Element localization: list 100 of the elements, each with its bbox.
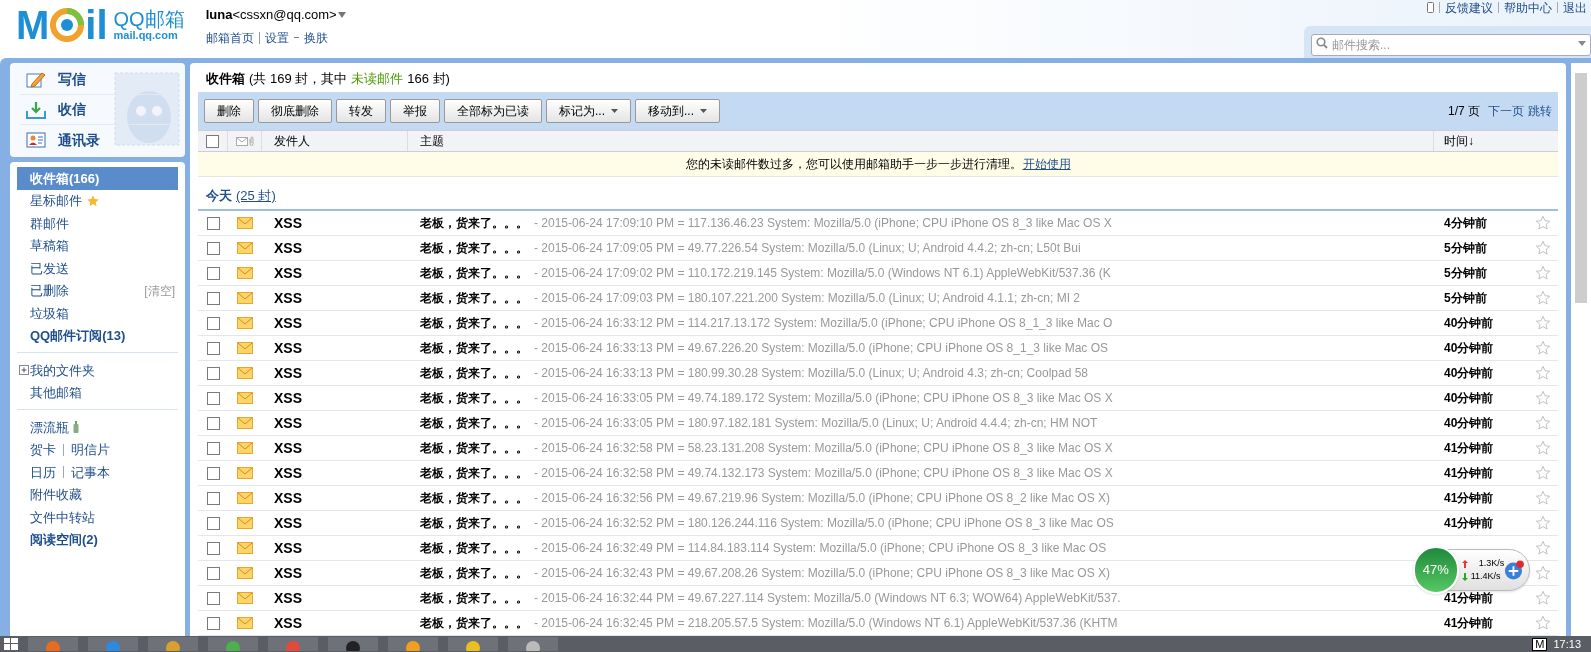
mail-preview: - 2015-06-24 17:09:10 PM = 117.136.46.23 System: Mozilla/5.0 (iPhone; CPU iPhone OS 8_3 like Mac OS X [534,215,1112,232]
sidebar-link[interactable]: 记事本 [71,462,110,482]
sidebar-item[interactable]: 已发送 [17,257,178,280]
toolbar-button[interactable]: 举报 [390,99,440,123]
toolbar-button[interactable]: 彻底删除 [258,99,332,123]
mail-row[interactable]: XSS 老板，货来了。。。 - 2015-06-24 17:09:02 PM = 110.172.219.145 System: Mozilla/5.0 (Windows NT 6.1) AppleWebKit/537.36 (K 5分钟前 [198,261,1558,286]
sender-name: XSS [274,389,302,406]
mail-time: 40分钟前 [1444,341,1494,356]
sidebar-link[interactable]: 明信片 [71,440,110,460]
mail-subject: 老板，货来了。。。 [420,340,528,357]
sidebar-item[interactable]: 漂流瓶 [17,416,178,439]
header-link[interactable]: 换肤 [303,28,328,47]
mail-row[interactable]: XSS 老板，货来了。。。 - 2015-06-24 17:09:03 PM = 180.107.221.200 System: Mozilla/5.0 (Linux; U; Android 4.1.1; zh-cn; MI 2 5分钟前 [198,286,1558,311]
sidebar-item[interactable]: 阅读空间(2) [17,528,178,551]
logo[interactable]: M il [16,5,108,45]
sender-name: XSS [274,414,302,431]
sidebar-action[interactable]: 收信 [58,99,86,120]
mail-subject: 老板，货来了。。。 [420,315,528,332]
notice-text: 您的未读邮件数过多，您可以使用邮箱助手一步一步进行清理。 [685,156,1022,173]
start-link[interactable]: 开始使用 [1022,155,1071,173]
sidebar-item[interactable]: 垃圾箱 [17,302,178,325]
mail-subject: 老板，货来了。。。 [420,465,528,482]
mail-subject: 老板，货来了。。。 [420,615,528,632]
mail-time: 41分钟前 [1444,516,1494,531]
mail-preview: - 2015-06-24 16:32:45 PM = 218.205.57.5 System: Mozilla/5.0 (Windows NT 6.1) AppleWebKit/537.36 (KHTM [534,615,1118,632]
sidebar-action[interactable]: 写信 [58,69,86,90]
sidebar-link[interactable]: 日历 [30,462,56,482]
toolbar-button[interactable]: 删除 [204,99,254,123]
sidebar-item[interactable]: 我的文件夹 [30,360,95,380]
mail-row[interactable]: XSS 老板，货来了。。。 - 2015-06-24 16:32:56 PM = 49.67.219.96 System: Mozilla/5.0 (iPhone; CPU iPhone OS 8_2 like Mac OS X) 41分钟前 [198,486,1558,511]
mail-preview: - 2015-06-24 16:32:44 PM = 49.67.227.114 System: Mozilla/5.0 (Windows NT 6.3; WOW64) AppleWebKit/537. [534,590,1121,607]
sender-name: XSS [274,289,302,306]
mail-time: 41分钟前 [1444,491,1494,506]
mail-subject: 老板，货来了。。。 [420,490,528,507]
column-heading[interactable]: 发件人 [274,132,310,150]
mail-row[interactable]: XSS 老板，货来了。。。 - 2015-06-24 16:33:13 PM = 49.67.226.20 System: Mozilla/5.0 (iPhone; CPU iPhone OS 8_1_3 like Mac OS 40分钟前 [198,336,1558,361]
toolbar-button[interactable]: 移动到... [635,99,721,123]
sidebar-item[interactable]: 文件中转站 [17,506,178,529]
page-indicator: 1/7 页 [1448,103,1480,120]
sender-name: XSS [274,589,302,606]
mail-subject: 老板，货来了。。。 [420,215,528,232]
sender-name: XSS [274,439,302,456]
sidebar-item[interactable]: 已删除 [30,281,69,301]
column-heading[interactable]: 主题 [420,132,444,150]
mail-subject: 老板，货来了。。。 [420,290,528,307]
jump-link[interactable]: 跳转 [1528,102,1552,120]
top-link[interactable]: 帮助中心 [1504,1,1552,14]
search-field[interactable]: 邮件搜索... [1311,34,1591,56]
mail-subject: 老板，货来了。。。 [420,590,528,607]
mail-row[interactable]: XSS 老板，货来了。。。 - 2015-06-24 16:33:13 PM = 180.99.30.28 System: Mozilla/5.0 (Linux; U; Android 4.3; zh-cn; Coolpad 58 40分钟前 [198,361,1558,386]
sidebar-item[interactable]: QQ邮件订阅(13) [17,324,178,347]
header-link[interactable]: 设置 [264,28,289,47]
sender-name: XSS [274,339,302,356]
mail-time: 4分钟前 [1444,216,1487,231]
user-name: luna [205,6,233,24]
top-link[interactable]: 反馈建议 [1445,1,1493,14]
clock[interactable]: 17:13 [1553,638,1581,650]
mail-row[interactable]: XSS 老板，货来了。。。 - 2015-06-24 16:32:58 PM = 58.23.131.208 System: Mozilla/5.0 (iPhone; CPU iPhone OS 8_3 like Mac OS X 41分钟前 [198,436,1558,461]
mail-time: 40分钟前 [1444,391,1494,406]
unread-link[interactable]: 未读邮件 [351,68,404,89]
mail-row[interactable]: XSS 老板，货来了。。。 - 2015-06-24 16:33:05 PM = 180.97.182.181 System: Mozilla/5.0 (Linux; U; Android 4.4.4; zh-cn; HM NOT 40分钟前 [198,411,1558,436]
sidebar-link[interactable]: 贺卡 [30,440,56,460]
user-email: <cssxn@qq.com> [232,6,337,24]
mail-preview: - 2015-06-24 16:33:05 PM = 49.74.189.172 System: Mozilla/5.0 (iPhone; CPU iPhone OS 8_3 like Mac OS X [534,390,1113,407]
mail-preview: - 2015-06-24 16:32:56 PM = 49.67.219.96 System: Mozilla/5.0 (iPhone; CPU iPhone OS 8_2 like Mac OS X) [534,490,1110,507]
sidebar-item[interactable]: 附件收藏 [17,483,178,506]
mail-row[interactable]: XSS 老板，货来了。。。 - 2015-06-24 17:09:10 PM = 117.136.46.23 System: Mozilla/5.0 (iPhone; CPU iPhone OS 8_3 like Mac OS X 4分钟前 [198,211,1558,236]
top-link[interactable]: 退出 [1563,1,1587,14]
sender-name: XSS [274,464,302,481]
mail-subject: 老板，货来了。。。 [420,240,528,257]
tray-icon[interactable]: M [1532,637,1548,651]
next-page-link[interactable]: 下一页 [1488,102,1524,120]
mail-subject: 老板，货来了。。。 [420,540,528,557]
folder-title: 收件箱 [206,69,245,88]
network-widget[interactable]: 47% 1.3K/s 11.4K/s [1414,549,1530,591]
sender-name: XSS [274,239,302,256]
mail-subject: 老板，货来了。。。 [420,415,528,432]
group-heading: 今天 [206,186,232,205]
mail-time: 41分钟前 [1444,616,1494,631]
group-count-link[interactable]: (25 封) [236,185,276,206]
toolbar-button[interactable]: 转发 [336,99,386,123]
mail-row[interactable]: XSS 老板，货来了。。。 - 2015-06-24 16:33:12 PM = 114.217.13.172 System: Mozilla/5.0 (iPhone; CPU iPhone OS 8_1_3 like Mac O 40分钟前 [198,311,1558,336]
sidebar-item[interactable]: 其他邮箱 [17,381,178,404]
mail-time: 5分钟前 [1444,291,1487,306]
sidebar-action[interactable]: 通讯录 [58,129,100,151]
mail-row[interactable]: XSS 老板，货来了。。。 - 2015-06-24 17:09:05 PM = 49.77.226.54 System: Mozilla/5.0 (Linux; U; Android 4.4.2; zh-cn; L50t Bui 5分钟前 [198,236,1558,261]
column-heading[interactable]: 时间↓ [1444,132,1474,150]
sender-name: XSS [274,489,302,506]
sidebar-item[interactable]: 群邮件 [17,212,178,235]
toolbar-button[interactable]: 标记为... [546,99,631,123]
mail-row[interactable]: XSS 老板，货来了。。。 - 2015-06-24 16:33:05 PM = 49.74.189.172 System: Mozilla/5.0 (iPhone; CPU iPhone OS 8_3 like Mac OS X 40分钟前 [198,386,1558,411]
header-link[interactable]: 邮箱首页 [205,28,254,47]
sender-name: XSS [274,614,302,631]
toolbar-button[interactable]: 全部标为已读 [444,99,542,123]
sidebar-item[interactable]: 草稿箱 [17,234,178,257]
sidebar-item[interactable]: 星标邮件 [17,189,178,212]
download-speed: 11.4K/s [1470,570,1501,583]
mail-row[interactable]: XSS 老板，货来了。。。 - 2015-06-24 16:32:52 PM = 180.126.244.116 System: Mozilla/5.0 (iPhone; CPU iPhone OS 8_3 like Mac OS 41分钟前 [198,511,1558,536]
mail-preview: - 2015-06-24 16:32:52 PM = 180.126.244.116 System: Mozilla/5.0 (iPhone; CPU iPhone OS 8_3 like Mac OS [534,515,1114,532]
mail-row[interactable]: XSS 老板，货来了。。。 - 2015-06-24 16:32:58 PM = 49.74.132.173 System: Mozilla/5.0 (iPhone; CPU iPhone OS 8_3 like Mac OS X 41分钟前 [198,461,1558,486]
